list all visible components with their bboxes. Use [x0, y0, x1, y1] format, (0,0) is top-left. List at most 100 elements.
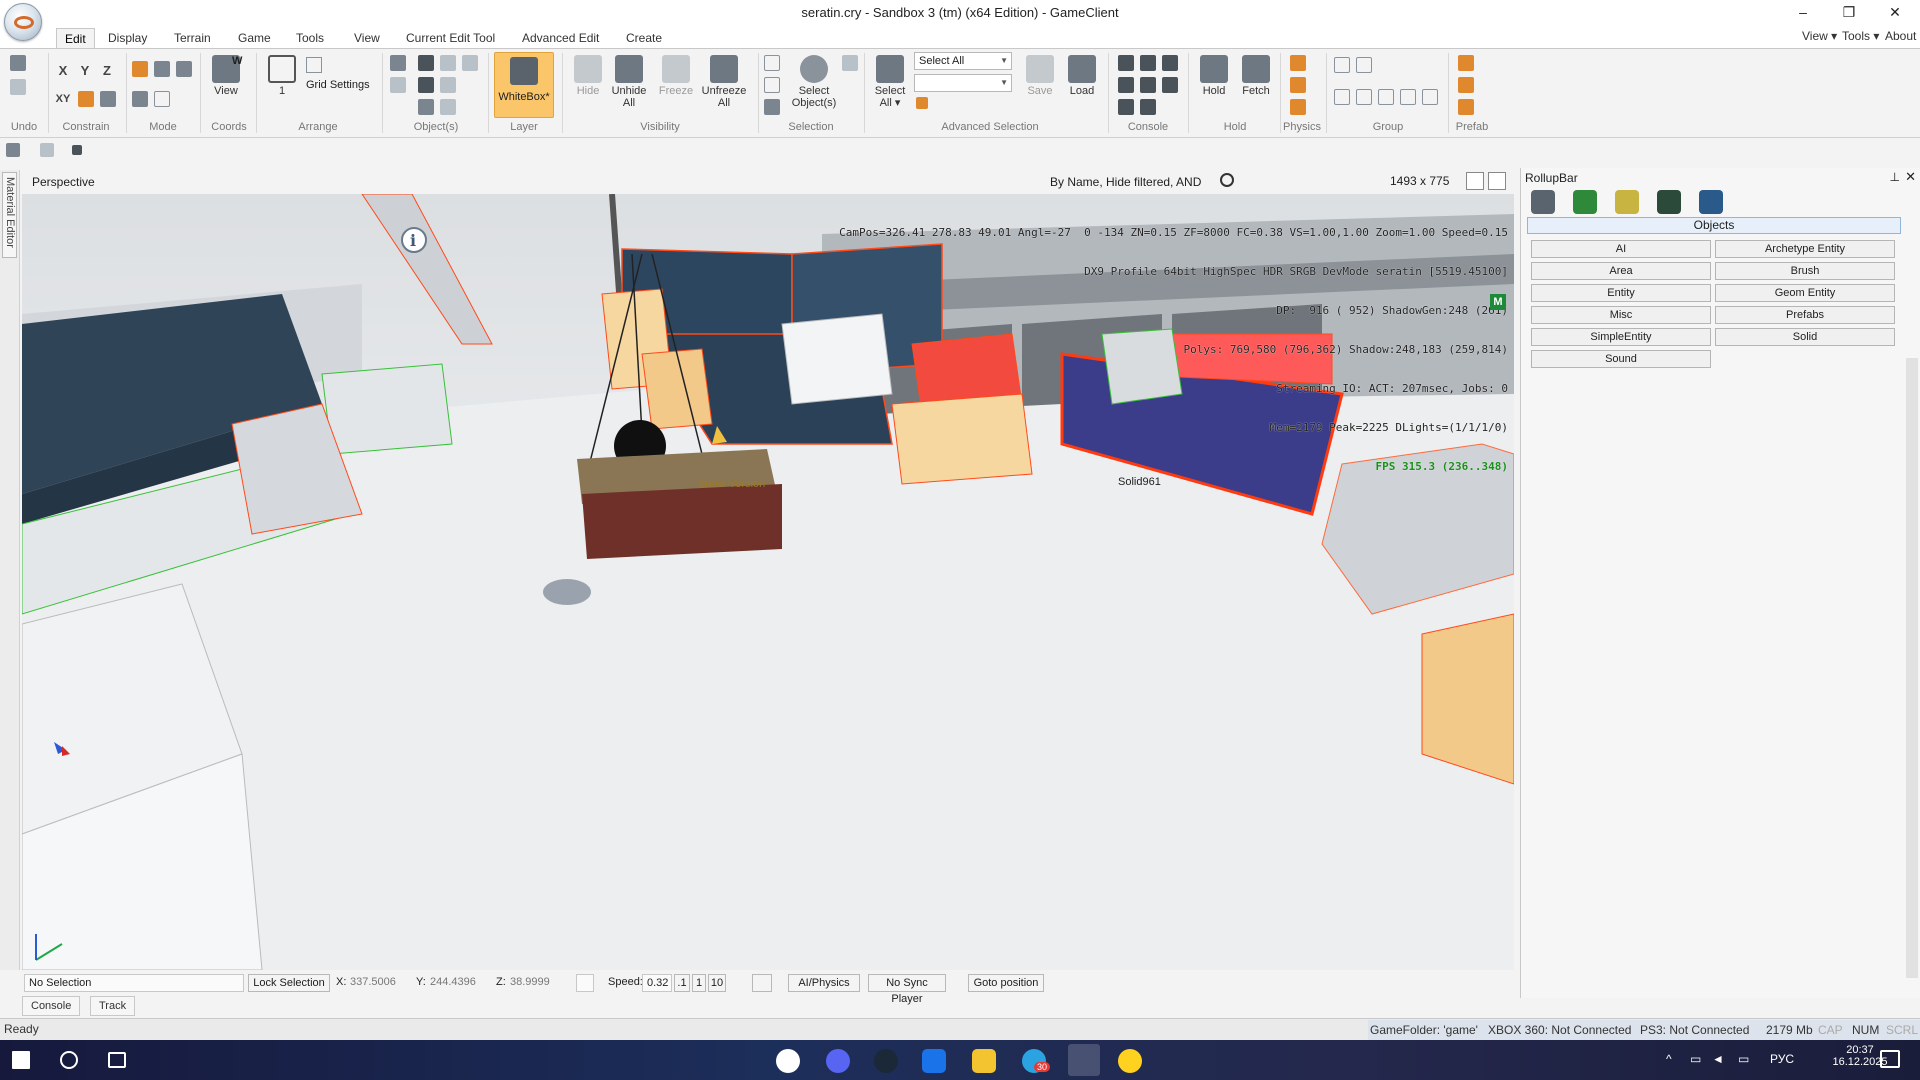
mirror-icon[interactable]: [440, 99, 456, 115]
lock-selection-button[interactable]: Lock Selection: [248, 974, 330, 992]
rotate-90-icon[interactable]: [440, 77, 456, 93]
terrain-tab-icon[interactable]: [1573, 190, 1597, 214]
search-icon[interactable]: [1220, 173, 1234, 187]
x-coordinate[interactable]: 337.5006: [346, 974, 416, 992]
constrain-xy-button[interactable]: XY: [54, 89, 72, 109]
prefab-icon-1[interactable]: [1458, 55, 1474, 71]
search-icon[interactable]: [60, 1051, 78, 1069]
y-coordinate[interactable]: 244.4396: [426, 974, 496, 992]
load-selection-button[interactable]: Load: [1062, 53, 1102, 113]
close-button[interactable]: ✕: [1872, 0, 1918, 26]
volume-icon[interactable]: ◄: [1712, 1052, 1724, 1066]
maximize-button[interactable]: ❐: [1826, 0, 1872, 26]
lock-coords-icon[interactable]: [576, 974, 594, 992]
3d-viewport[interactable]: i CamPos=326.41 278.83 49.01 Angl=-27 0 …: [22, 194, 1514, 970]
minimize-button[interactable]: –: [1780, 0, 1826, 26]
physics-get-state-icon[interactable]: [1290, 77, 1306, 93]
object-type-archetype-entity-button[interactable]: Archetype Entity: [1715, 240, 1895, 258]
material-editor-tab[interactable]: Material Editor: [2, 172, 17, 258]
windows-start-icon[interactable]: [12, 1051, 30, 1069]
tab-game[interactable]: Game: [230, 28, 279, 48]
lookat-icon[interactable]: [418, 77, 434, 93]
hide-button[interactable]: Hide: [568, 53, 608, 113]
terrain-snap-icon[interactable]: [78, 91, 94, 107]
app-menu-icon[interactable]: [4, 3, 42, 41]
speed-preset-01[interactable]: .1: [674, 974, 690, 992]
viewport-filter[interactable]: By Name, Hide filtered, AND: [1050, 175, 1201, 189]
tab-tools[interactable]: Tools: [288, 28, 332, 48]
z-coordinate[interactable]: 38.9999: [506, 974, 576, 992]
select-none-icon[interactable]: [764, 99, 780, 115]
viewport-name[interactable]: Perspective: [32, 175, 95, 189]
select-list-icon[interactable]: [154, 91, 170, 107]
group-icon-3[interactable]: [1334, 89, 1350, 105]
no-sync-player-button[interactable]: No Sync Player: [868, 974, 946, 1005]
rollup-scrollbar[interactable]: [1906, 358, 1918, 978]
console-icon-8[interactable]: [1140, 99, 1156, 115]
object-type-simpleentity-button[interactable]: SimpleEntity: [1531, 328, 1711, 346]
object-type-brush-button[interactable]: Brush: [1715, 262, 1895, 280]
menu-tools[interactable]: Tools ▾: [1842, 29, 1879, 43]
speed-input[interactable]: 0.32: [642, 974, 672, 992]
group-icon-7[interactable]: [1422, 89, 1438, 105]
yandex-browser-icon[interactable]: [776, 1049, 800, 1073]
sun-app-icon[interactable]: [1118, 1049, 1142, 1073]
group-icon-6[interactable]: [1400, 89, 1416, 105]
console-icon-1[interactable]: [1118, 55, 1134, 71]
constrain-z-button[interactable]: Z: [98, 61, 116, 81]
group-icon-4[interactable]: [1356, 89, 1372, 105]
steam-icon[interactable]: [874, 1049, 898, 1073]
unlink-icon[interactable]: [390, 77, 406, 93]
link-icon[interactable]: [390, 55, 406, 71]
object-type-geom-entity-button[interactable]: Geom Entity: [1715, 284, 1895, 302]
tab-advanced-edit[interactable]: Advanced Edit: [514, 28, 607, 48]
tab-view[interactable]: View: [346, 28, 388, 48]
object-type-solid-button[interactable]: Solid: [1715, 328, 1895, 346]
file-explorer-icon[interactable]: [972, 1049, 996, 1073]
ruler-icon[interactable]: [306, 57, 322, 73]
unfreeze-all-button[interactable]: Unfreeze All: [698, 53, 750, 113]
speed-preset-1[interactable]: 1: [692, 974, 706, 992]
group-icon-2[interactable]: [1356, 57, 1372, 73]
goto-position-button[interactable]: Goto position: [968, 974, 1044, 992]
modeling-tab-icon[interactable]: [1615, 190, 1639, 214]
freeze-button[interactable]: Freeze: [656, 53, 696, 113]
tab-create[interactable]: Create: [618, 28, 670, 48]
wand-icon[interactable]: [842, 55, 858, 71]
physics-simulate-icon[interactable]: [1290, 55, 1306, 71]
select-rect-icon[interactable]: [764, 55, 780, 71]
terrain-follow-icon[interactable]: [752, 974, 772, 992]
fetch-button[interactable]: Fetch: [1236, 53, 1276, 113]
object-type-entity-button[interactable]: Entity: [1531, 284, 1711, 302]
console-icon-2[interactable]: [1140, 55, 1156, 71]
redo-icon[interactable]: [10, 79, 26, 95]
network-icon[interactable]: ▭: [1690, 1052, 1701, 1066]
object-type-sound-button[interactable]: Sound: [1531, 350, 1711, 368]
undo-icon[interactable]: [10, 55, 26, 71]
arrange-grid-button[interactable]: 1: [262, 53, 302, 113]
xbox-app-icon[interactable]: [922, 1049, 946, 1073]
move-tool-icon[interactable]: [132, 61, 148, 77]
clear-selection-icon[interactable]: [916, 97, 928, 109]
tab-console[interactable]: Console: [22, 996, 81, 1016]
objects-tab-icon[interactable]: [1531, 190, 1555, 214]
rotate-tool-icon[interactable]: [154, 61, 170, 77]
layers-tab-icon[interactable]: [1699, 190, 1723, 214]
speed-preset-10[interactable]: 10: [708, 974, 726, 992]
prefab-icon-3[interactable]: [1458, 99, 1474, 115]
sandbox-app-icon[interactable]: [1068, 1044, 1100, 1076]
pin-viewport-icon[interactable]: [1466, 172, 1484, 190]
snap-object-icon[interactable]: [100, 91, 116, 107]
tab-terrain[interactable]: Terrain: [166, 28, 219, 48]
copy-object-icon[interactable]: [418, 99, 434, 115]
save-selection-button[interactable]: Save: [1020, 53, 1060, 113]
undo-icon[interactable]: [6, 143, 20, 157]
discord-icon[interactable]: [826, 1049, 850, 1073]
console-icon-4[interactable]: [1118, 77, 1134, 93]
console-icon-7[interactable]: [1118, 99, 1134, 115]
select-all-combo[interactable]: Select All ▼: [914, 52, 1012, 70]
select-tool-icon[interactable]: [132, 91, 148, 107]
select-objects-button[interactable]: Select Object(s): [790, 53, 838, 113]
settings-gear-icon[interactable]: [1140, 77, 1156, 93]
object-type-ai-button[interactable]: AI: [1531, 240, 1711, 258]
